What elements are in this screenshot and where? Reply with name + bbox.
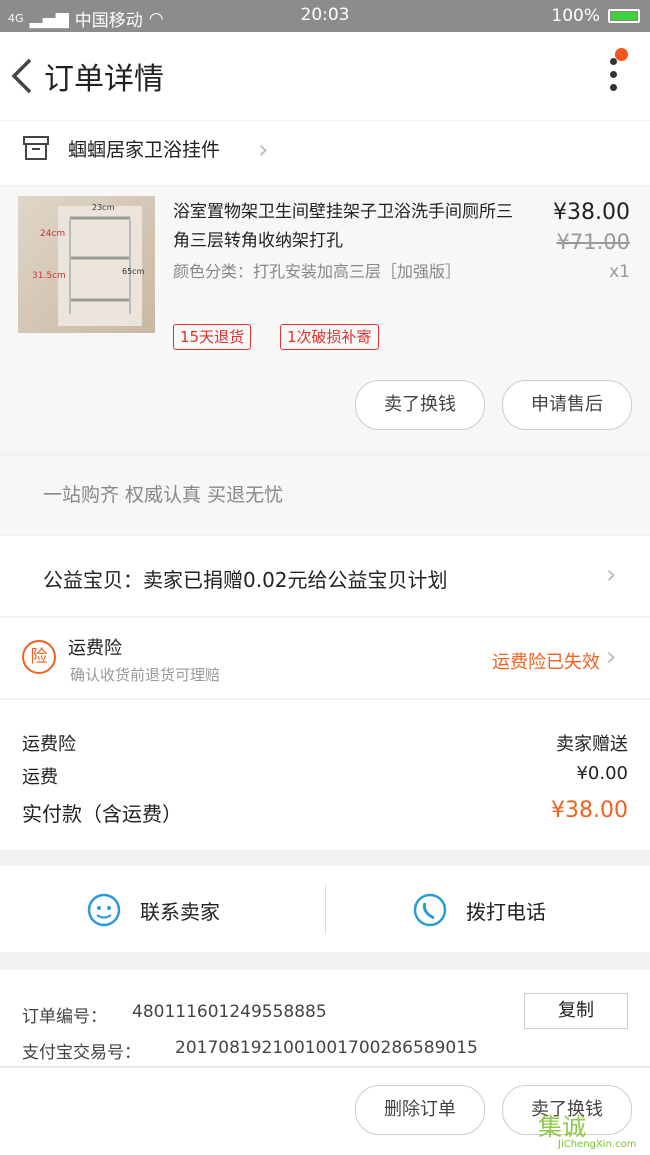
fee-value: 卖家赠送 (556, 734, 628, 755)
status-bar: 4G ▂▄▆ 中国移动 ◠ 20:03 100% (0, 0, 650, 32)
page-title: 订单详情 (44, 62, 164, 97)
status-right: 100% (551, 6, 640, 26)
insurance-title: 运费险 (68, 638, 122, 659)
slogan-text: 一站购齐 权威认真 买退无忧 (43, 484, 284, 506)
more-icon[interactable] (608, 58, 620, 98)
fee-label: 运费险 (22, 734, 76, 755)
battery-icon (608, 9, 640, 23)
thumb-label-65: 65cm (122, 267, 145, 276)
phone-icon (413, 893, 447, 927)
order-info: 订单编号： 480111601249558885 复制 支付宝交易号： 2017… (0, 970, 650, 1065)
total-value: ¥38.00 (551, 798, 628, 823)
store-icon (23, 136, 49, 160)
back-icon[interactable] (8, 56, 38, 96)
store-row[interactable]: 蝈蝈居家卫浴挂件 › (0, 121, 650, 185)
copy-button[interactable]: 复制 (524, 993, 628, 1029)
product-quantity: x1 (609, 262, 630, 282)
fee-value: ¥0.00 (576, 763, 628, 784)
notification-dot (615, 48, 628, 61)
thumb-label-31: 31.5cm (32, 271, 66, 281)
charity-text: 公益宝贝：卖家已捐赠0.02元给公益宝贝计划 (43, 568, 448, 592)
charity-row[interactable]: 公益宝贝：卖家已捐赠0.02元给公益宝贝计划 › (0, 536, 650, 616)
product-price: ¥38.00 (553, 200, 630, 225)
shelf-image: 24cm 31.5cm 65cm 23cm (32, 203, 145, 326)
insurance-status: 运费险已失效 (492, 652, 600, 673)
bottom-actions: 删除订单 卖了换钱 集诚 JiChengXin.com (0, 1067, 650, 1155)
thumb-label-23: 23cm (92, 203, 115, 212)
slogan-bar: 一站购齐 权威认真 买退无忧 (0, 456, 650, 534)
fee-row-insurance: 运费险 卖家赠送 (22, 730, 628, 756)
product-spec: 颜色分类：打孔安装加高三层［加强版］ (173, 262, 462, 281)
fee-row-total: 实付款（含运费） ¥38.00 (22, 798, 628, 827)
product-original-price: ¥71.00 (556, 230, 630, 254)
fee-label: 运费 (22, 767, 58, 788)
chevron-right-icon: › (258, 135, 269, 165)
return-tag: 15天退货 (173, 324, 252, 350)
order-no: 480111601249558885 (132, 1002, 327, 1022)
total-label: 实付款（含运费） (22, 802, 182, 826)
insurance-subtitle: 确认收货前退货可理赔 (70, 666, 221, 684)
contact-bar: 联系卖家 拨打电话 (0, 866, 650, 952)
divider (0, 1067, 650, 1068)
after-sale-button[interactable]: 申请售后 (502, 380, 632, 430)
sell-button[interactable]: 卖了换钱 (355, 380, 485, 430)
order-no-label: 订单编号： (22, 1007, 107, 1027)
header: 订单详情 (0, 32, 650, 120)
chat-icon (87, 893, 121, 927)
call-label: 拨打电话 (466, 900, 546, 924)
insurance-icon: 险 (22, 640, 56, 674)
delete-order-button[interactable]: 删除订单 (355, 1085, 485, 1135)
product-card[interactable]: 24cm 31.5cm 65cm 23cm 浴室置物架卫生间壁挂架子卫浴洗手间厕… (0, 186, 650, 451)
call-button[interactable]: 拨打电话 (326, 866, 650, 952)
alipay-no: 2017081921001001700286589015 (175, 1038, 478, 1058)
store-name: 蝈蝈居家卫浴挂件 (68, 139, 221, 161)
contact-seller-label: 联系卖家 (140, 900, 220, 924)
thumb-label-24: 24cm (40, 229, 65, 239)
product-thumbnail[interactable]: 24cm 31.5cm 65cm 23cm (18, 196, 155, 333)
chevron-right-icon: › (606, 642, 617, 672)
contact-seller-button[interactable]: 联系卖家 (0, 866, 325, 952)
fee-summary: 运费险 卖家赠送 运费 ¥0.00 实付款（含运费） ¥38.00 (0, 700, 650, 850)
watermark-url: JiChengXin.com (558, 1139, 637, 1150)
alipay-label: 支付宝交易号： (22, 1043, 141, 1063)
chevron-right-icon: › (606, 560, 617, 590)
product-title[interactable]: 浴室置物架卫生间壁挂架子卫浴洗手间厕所三角三层转角收纳架打孔 (173, 198, 523, 256)
shipping-insurance-row[interactable]: 运费险 确认收货前退货可理赔 运费险已失效 › (0, 618, 650, 698)
battery-percent: 100% (551, 6, 600, 26)
damage-tag: 1次破损补寄 (280, 324, 379, 350)
fee-row-shipping: 运费 ¥0.00 (22, 763, 628, 789)
watermark-logo: 集诚 (538, 1113, 586, 1141)
